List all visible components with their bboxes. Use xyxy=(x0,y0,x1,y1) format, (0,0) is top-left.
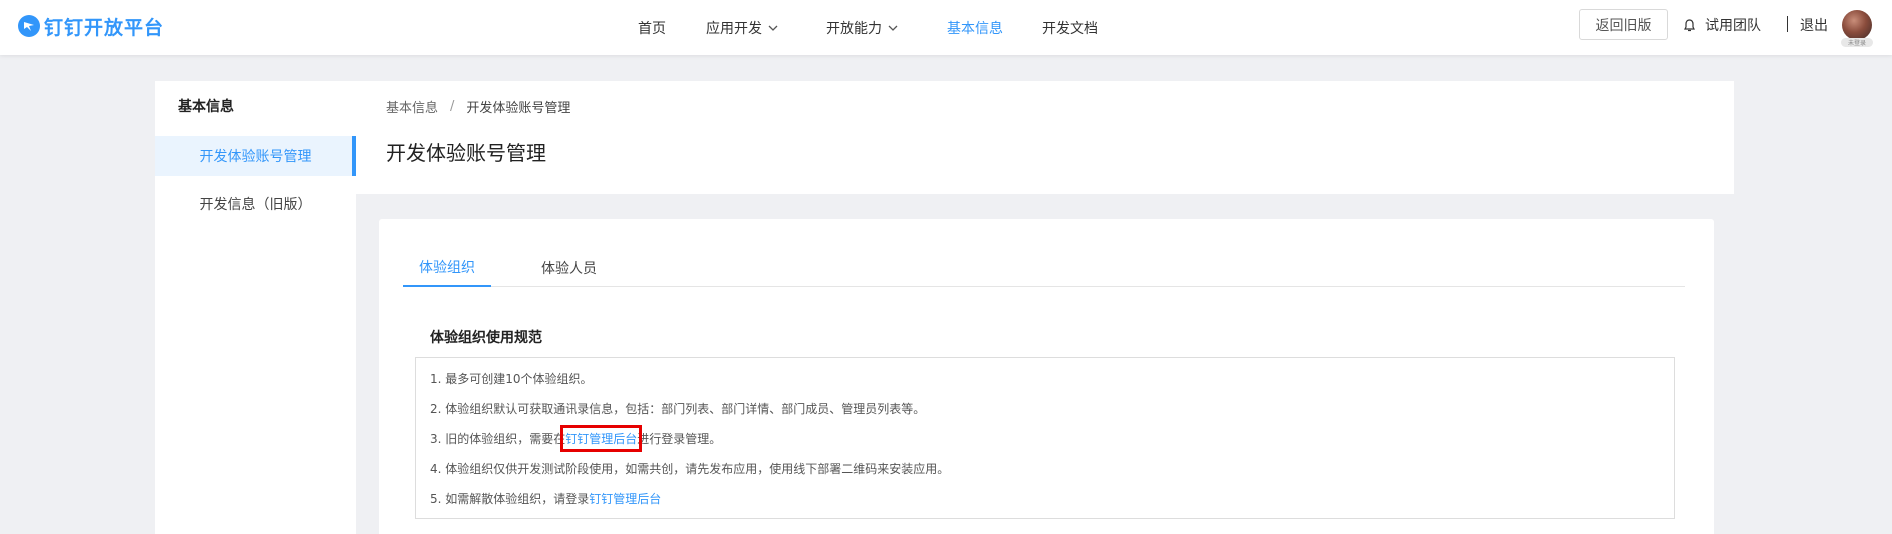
breadcrumb-item-current: 开发体验账号管理 xyxy=(466,101,571,116)
trial-team-button[interactable]: 试用团队 xyxy=(1684,0,1761,50)
nav-item-label: 开发文档 xyxy=(1042,20,1098,37)
breadcrumb: 基本信息 / 开发体验账号管理 xyxy=(386,97,570,116)
nav-item-label: 开放能力 xyxy=(826,20,882,37)
rule-text: 5. 如需解散体验组织，请登录 xyxy=(430,492,590,506)
sidebar-item-label: 开发信息（旧版） xyxy=(199,197,312,213)
sidebar-title: 基本信息 xyxy=(178,99,234,115)
logo-text: 钉钉开放平台 xyxy=(44,16,165,39)
page-header: 基本信息 / 开发体验账号管理 开发体验账号管理 xyxy=(356,81,1734,194)
tab-trial-members[interactable]: 体验人员 xyxy=(525,249,613,287)
highlight-box xyxy=(560,425,642,452)
sidebar-item-dev-account[interactable]: 开发体验账号管理 xyxy=(155,136,356,176)
nav-item-label: 首页 xyxy=(638,20,666,37)
nav-item-basic-info[interactable]: 基本信息 xyxy=(947,18,1003,38)
nav-item-app-dev[interactable]: 应用开发 xyxy=(706,18,778,38)
breadcrumb-separator: / xyxy=(450,99,455,114)
dingtalk-admin-link[interactable]: 钉钉管理后台 xyxy=(589,492,661,506)
back-to-old-version-button[interactable]: 返回旧版 xyxy=(1579,9,1668,40)
sidebar: 基本信息 开发体验账号管理 开发信息（旧版） xyxy=(155,81,356,534)
bell-icon xyxy=(1684,18,1695,31)
tab-label: 体验组织 xyxy=(419,260,475,276)
nav-item-label: 基本信息 xyxy=(947,20,1003,37)
nav-item-docs[interactable]: 开发文档 xyxy=(1042,18,1098,38)
sidebar-item-label: 开发体验账号管理 xyxy=(199,149,312,165)
trial-team-label: 试用团队 xyxy=(1705,18,1761,34)
nav-item-home[interactable]: 首页 xyxy=(638,18,666,38)
page-title: 开发体验账号管理 xyxy=(386,141,546,165)
tab-bar: 体验组织 体验人员 xyxy=(403,249,1685,287)
sidebar-item-dev-info-old[interactable]: 开发信息（旧版） xyxy=(155,184,356,224)
rule-item-5: 5. 如需解散体验组织，请登录钉钉管理后台 xyxy=(430,490,661,507)
chevron-down-icon xyxy=(888,25,898,31)
rule-text: 进行登录管理。 xyxy=(637,432,722,446)
logo[interactable]: 钉钉开放平台 xyxy=(18,13,164,39)
avatar[interactable] xyxy=(1842,10,1872,40)
rule-text: 4. 体验组织仅供开发测试阶段使用，如需共创，请先发布应用，使用线下部署二维码来… xyxy=(430,462,950,476)
avatar-status-tag: 未登录 xyxy=(1841,38,1873,47)
nav-item-open-capability[interactable]: 开放能力 xyxy=(826,18,898,38)
dingtalk-logo-icon xyxy=(18,15,40,37)
rule-item-4: 4. 体验组织仅供开发测试阶段使用，如需共创，请先发布应用，使用线下部署二维码来… xyxy=(430,460,949,477)
nav-item-label: 应用开发 xyxy=(706,20,762,37)
tab-trial-organization[interactable]: 体验组织 xyxy=(403,249,491,287)
header-divider xyxy=(1787,16,1788,32)
rules-section-title: 体验组织使用规范 xyxy=(430,330,542,346)
logout-link[interactable]: 退出 xyxy=(1800,0,1828,50)
breadcrumb-item-basic-info[interactable]: 基本信息 xyxy=(386,97,438,116)
rule-text: 1. 最多可创建10个体验组织。 xyxy=(430,372,593,386)
chevron-down-icon xyxy=(768,25,778,31)
tab-label: 体验人员 xyxy=(541,261,597,277)
top-navigation-bar: 钉钉开放平台 首页 应用开发 开放能力 基本信息 开发文档 返回旧版 试用团队 … xyxy=(0,0,1892,55)
rule-item-1: 1. 最多可创建10个体验组织。 xyxy=(430,370,593,387)
content-card: 体验组织 体验人员 体验组织使用规范 1. 最多可创建10个体验组织。 2. 体… xyxy=(379,219,1714,534)
rule-item-2: 2. 体验组织默认可获取通讯录信息，包括：部门列表、部门详情、部门成员、管理员列… xyxy=(430,400,925,417)
rule-text: 3. 旧的体验组织，需要在 xyxy=(430,432,566,446)
rule-text: 2. 体验组织默认可获取通讯录信息，包括：部门列表、部门详情、部门成员、管理员列… xyxy=(430,402,926,416)
